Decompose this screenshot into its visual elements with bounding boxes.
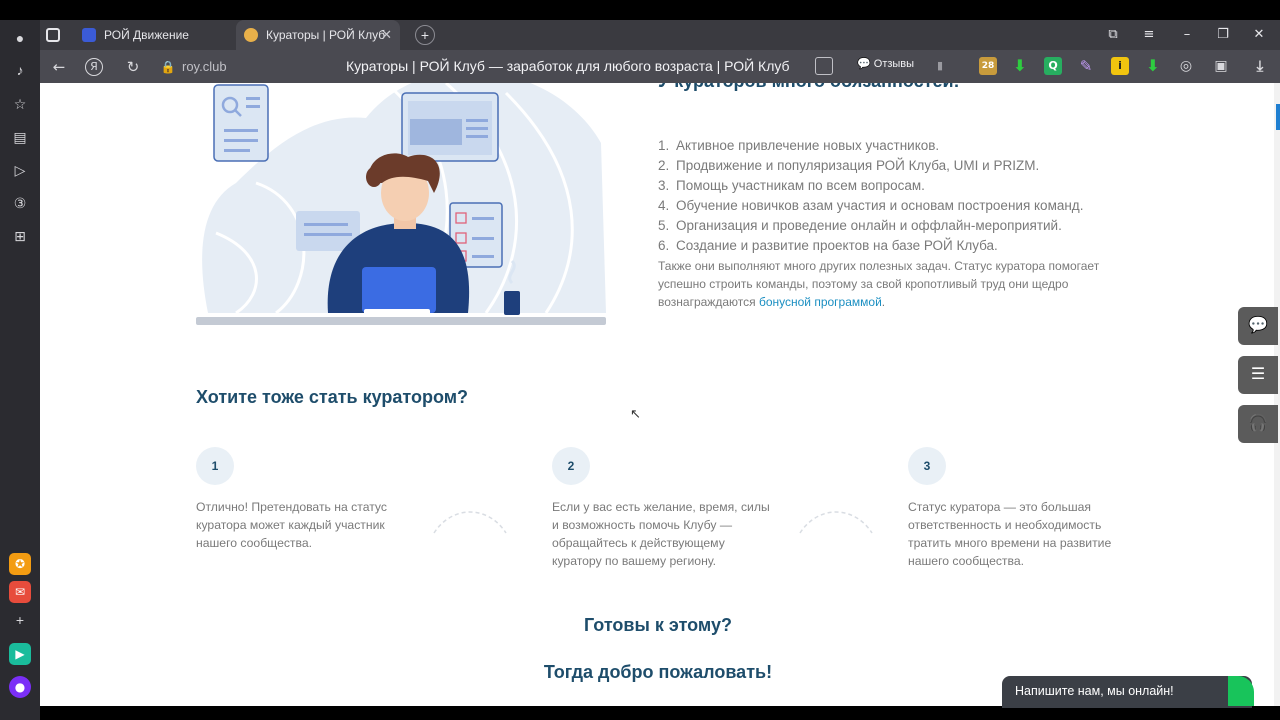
list-text: Создание и развитие проектов на базе РОЙ…	[676, 238, 998, 253]
list-item: 1. Активное привлечение новых участников.	[658, 136, 1083, 156]
duties-paragraph: Также они выполняют много других полезны…	[658, 257, 1108, 311]
notes-icon[interactable]: ▣	[1212, 57, 1230, 75]
alice-app-icon[interactable]: ●	[9, 676, 31, 698]
star-icon[interactable]: ☆	[10, 94, 30, 114]
yandex-icon[interactable]: Я	[85, 58, 103, 76]
duties-heading: У кураторов много обязанностей:	[658, 83, 960, 92]
list-num: 1.	[658, 138, 670, 153]
badge-count: 28	[981, 61, 995, 71]
mail-app-icon[interactable]: ✉	[9, 581, 31, 603]
list-text: Помощь участникам по всем вопросам.	[676, 178, 925, 193]
mouse-cursor-icon: ↖	[630, 406, 641, 421]
duties-list: 1. Активное привлечение новых участников.…	[658, 136, 1083, 256]
list-item: 2. Продвижение и популяризация РОЙ Клуба,…	[658, 156, 1083, 176]
list-icon: ☰	[1250, 366, 1266, 383]
step-number: 2	[552, 447, 590, 485]
step-number: 3	[908, 447, 946, 485]
bell-icon[interactable]: ♪	[10, 60, 30, 80]
scrollbar-track[interactable]	[1274, 83, 1280, 706]
step-text: Если у вас есть желание, время, силы и в…	[552, 500, 770, 568]
list-num: 5.	[658, 218, 670, 233]
list-num: 6.	[658, 238, 670, 253]
messages-widget-button[interactable]: ☰	[1238, 356, 1278, 394]
profile-icon[interactable]: ●	[10, 28, 30, 48]
reviews-button[interactable]: 💬 Отзывы	[857, 57, 914, 70]
pinned-tab-icon[interactable]	[46, 28, 60, 42]
chat-icon: 💬	[1248, 317, 1268, 334]
page-content: У кураторов много обязанностей: 1. Активн…	[40, 83, 1274, 706]
tab-bar: РОЙ Движение Кураторы | РОЙ Клуб ✕ + ⧉ ≡…	[40, 20, 1280, 50]
player-app-icon[interactable]: ▶	[9, 643, 31, 665]
ready-heading: Готовы к этому?	[584, 615, 732, 635]
collections-icon[interactable]: ▤	[10, 127, 30, 147]
bookmark-icon[interactable]: ▮	[931, 57, 949, 75]
list-item: 4. Обучение новичков азам участия и основ…	[658, 196, 1083, 216]
step-connector-icon	[433, 511, 507, 534]
i-extension-icon[interactable]: i	[1111, 57, 1129, 75]
url-domain[interactable]: roy.club	[182, 59, 227, 74]
close-tab-icon[interactable]: ✕	[381, 20, 392, 50]
list-item: 5. Организация и проведение онлайн и оффл…	[658, 216, 1083, 236]
reload-icon[interactable]: ↻	[122, 56, 144, 78]
apps-icon[interactable]: ⊞	[10, 226, 30, 246]
downloads-icon[interactable]: ⤓	[1251, 57, 1269, 75]
curator-illustration	[196, 83, 606, 325]
back-icon[interactable]: ←	[48, 56, 70, 78]
downloads-panel-icon[interactable]: ⧉	[1098, 20, 1128, 50]
new-tab-button[interactable]: +	[415, 25, 435, 45]
list-num: 4.	[658, 198, 670, 213]
page-title[interactable]: Кураторы | РОЙ Клуб — заработок для любо…	[346, 58, 790, 74]
feather-icon[interactable]: ✎	[1077, 57, 1095, 75]
list-text: Продвижение и популяризация РОЙ Клуба, U…	[676, 158, 1040, 173]
list-item: 6. Создание и развитие проектов на базе Р…	[658, 236, 1083, 256]
tab-favicon-icon	[82, 28, 96, 42]
list-text: Организация и проведение онлайн и оффлай…	[676, 218, 1062, 233]
list-num: 3.	[658, 178, 670, 193]
download-arrow-icon[interactable]: ⬇	[1144, 57, 1162, 75]
video-icon[interactable]: ▷	[10, 160, 30, 180]
games-app-icon[interactable]: ✪	[9, 553, 31, 575]
extension-badge-icon[interactable]: 28	[979, 57, 997, 75]
paragraph-end: .	[881, 295, 886, 309]
bonus-program-link[interactable]: бонусной программой	[759, 295, 882, 309]
chat-widget-button[interactable]: 💬	[1238, 307, 1278, 345]
tab-roy-movement[interactable]: РОЙ Движение	[74, 20, 234, 50]
restore-button[interactable]: ❐	[1208, 20, 1238, 50]
screen: ● ♪ ☆ ▤ ▷ ③ ⊞ ✪ ✉ + ▶ ● РОЙ Движение Кур…	[0, 0, 1280, 720]
tab-favicon-icon	[244, 28, 258, 42]
address-bar: ← Я ↻ 🔒 roy.club Кураторы | РОЙ Клуб — з…	[40, 50, 1280, 83]
step-text: Статус куратора — это большая ответствен…	[908, 500, 1112, 568]
download-arrow-icon[interactable]: ⬇	[1011, 57, 1029, 75]
browser-sidebar: ● ♪ ☆ ▤ ▷ ③ ⊞ ✪ ✉ + ▶ ●	[0, 20, 40, 720]
list-num: 2.	[658, 158, 670, 173]
lock-icon[interactable]: 🔒	[157, 56, 179, 78]
reviews-label: Отзывы	[873, 58, 915, 70]
become-curator-heading: Хотите тоже стать куратором?	[196, 387, 469, 407]
headset-icon: 🎧	[1248, 415, 1268, 432]
support-widget-button[interactable]: 🎧	[1238, 405, 1278, 443]
tab-curators[interactable]: Кураторы | РОЙ Клуб ✕	[236, 20, 400, 50]
zen-icon[interactable]: ③	[10, 193, 30, 213]
step-number: 1	[196, 447, 234, 485]
list-text: Обучение новичков азам участия и основам…	[676, 198, 1084, 213]
menu-icon[interactable]: ≡	[1134, 20, 1164, 50]
step-connector-icon	[799, 511, 873, 534]
list-item: 3. Помощь участникам по всем вопросам.	[658, 176, 1083, 196]
close-window-button[interactable]: ✕	[1244, 20, 1274, 50]
tab-label: РОЙ Движение	[104, 28, 189, 42]
add-app-icon[interactable]: +	[10, 610, 30, 630]
q-extension-icon[interactable]: Q	[1044, 57, 1062, 75]
minimize-button[interactable]: –	[1172, 20, 1202, 50]
alice-icon[interactable]: ◎	[1177, 57, 1195, 75]
online-chat-bar[interactable]: Напишите нам, мы онлайн!	[1002, 676, 1252, 708]
scrollbar-thumb[interactable]	[1276, 104, 1280, 130]
tab-label: Кураторы | РОЙ Клуб	[266, 28, 386, 42]
list-text: Активное привлечение новых участников.	[676, 138, 940, 153]
protect-icon[interactable]	[815, 57, 833, 75]
step-text: Отлично! Претендовать на статус куратора…	[196, 500, 387, 550]
